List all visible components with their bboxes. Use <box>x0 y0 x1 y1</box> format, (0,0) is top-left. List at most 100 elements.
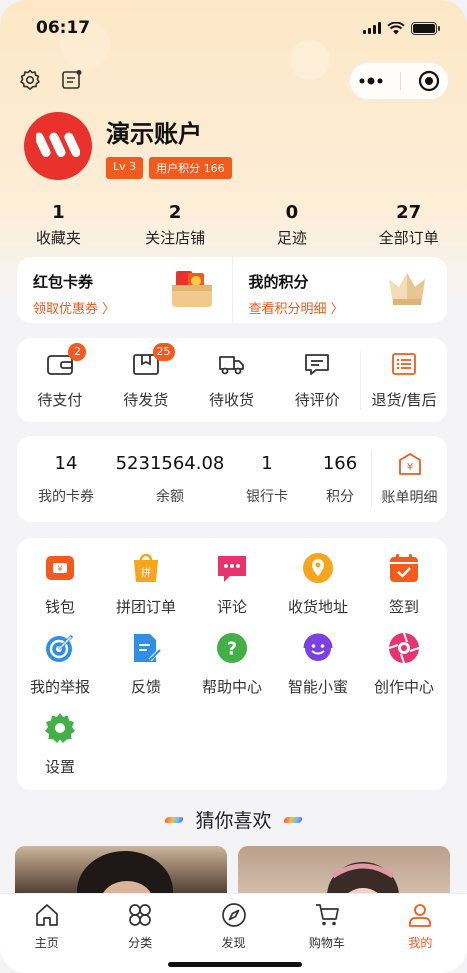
user-icon <box>409 904 432 927</box>
order-to-receive[interactable]: 待收货 <box>189 351 275 410</box>
home-icon <box>35 904 58 926</box>
tool-check-in[interactable]: 签到 <box>361 552 447 632</box>
points-entry[interactable]: 我的积分 查看积分明细 〉 <box>231 257 448 323</box>
tool-label: 反馈 <box>130 678 161 696</box>
order-label: 待发货 <box>123 390 169 409</box>
svg-text:¥: ¥ <box>406 462 412 473</box>
tool-creator-center[interactable]: 创作中心 <box>361 632 447 712</box>
user-profile[interactable]: 演示账户 Lv 3 用户积分 166 <box>24 112 232 180</box>
svg-text:拼: 拼 <box>141 566 151 579</box>
wallet-card: 14 我的卡券 5231564.08 余额 1 银行卡 166 积分 ¥ 账单明… <box>17 436 447 522</box>
wallet-bank-cards[interactable]: 1 银行卡 <box>225 453 309 506</box>
stat-followed-shops[interactable]: 2 关注店铺 <box>117 202 234 248</box>
battery-icon <box>411 21 440 35</box>
avatar[interactable] <box>24 112 92 180</box>
stat-favorites[interactable]: 1 收藏夹 <box>0 202 117 248</box>
order-after-sales[interactable]: 退货/售后 <box>360 350 447 410</box>
tab-home[interactable]: 主页 <box>0 894 93 973</box>
decor-stripe-icon <box>282 816 303 823</box>
guess-you-like-heading: 猜你喜欢 <box>0 806 467 833</box>
tool-smart-assistant[interactable]: 智能小蜜 <box>275 632 361 712</box>
wallet-label: 余额 <box>156 488 184 505</box>
help-icon: ? <box>217 633 247 663</box>
stat-value: 27 <box>396 202 422 223</box>
stat-value: 2 <box>168 202 182 223</box>
wallet-points[interactable]: 166 积分 <box>309 453 371 506</box>
message-list-icon[interactable] <box>60 68 84 92</box>
tool-feedback[interactable]: 反馈 <box>103 632 189 712</box>
brand-logo-icon <box>36 132 80 157</box>
coupons-entry[interactable]: 红包卡券 领取优惠券 〉 <box>17 257 232 323</box>
bottom-tab-bar: 主页 分类 发现 购物车 我的 <box>0 893 467 973</box>
crown-icon <box>389 273 425 305</box>
stat-label: 足迹 <box>276 229 307 247</box>
stat-value: 1 <box>52 202 65 223</box>
wallet-value: 5231564.08 <box>115 452 225 474</box>
tool-wallet[interactable]: ¥ 钱包 <box>17 552 103 632</box>
wallet-balance[interactable]: 5231564.08 余额 <box>115 453 225 506</box>
wallet-bill-details[interactable]: ¥ 账单明细 <box>371 451 447 507</box>
order-label: 待支付 <box>37 390 83 409</box>
wifi-icon <box>387 21 405 34</box>
close-target-icon[interactable] <box>418 70 440 92</box>
category-icon <box>129 904 151 926</box>
calendar-check-icon <box>390 554 418 582</box>
settings-gear-icon[interactable] <box>18 68 42 92</box>
decor-stripe-icon <box>164 816 185 823</box>
promo-card: 红包卡券 领取优惠券 〉 我的积分 查看积分明细 〉 <box>17 257 447 323</box>
tool-label: 智能小蜜 <box>287 678 348 696</box>
order-to-pay[interactable]: 2 待支付 <box>17 342 103 410</box>
tools-card: ¥ 钱包 拼 拼团订单 评论 收货地址 签到 我的举报 反馈 ? 帮助中心 智能… <box>17 538 447 790</box>
tool-label: 收货地址 <box>287 598 348 616</box>
tool-label: 帮助中心 <box>201 678 262 696</box>
more-dots-icon[interactable] <box>358 77 384 85</box>
stat-footprints[interactable]: 0 足迹 <box>234 202 351 248</box>
document-edit-icon <box>134 634 162 662</box>
points-badge: 用户积分 166 <box>149 156 232 179</box>
order-to-ship[interactable]: 25 待发货 <box>103 342 189 410</box>
wallet-label: 我的卡券 <box>38 488 94 505</box>
order-label: 待收货 <box>208 390 254 409</box>
wallet-value: 166 <box>322 452 358 474</box>
tool-group-orders[interactable]: 拼 拼团订单 <box>103 552 189 632</box>
wallet-bill-label: 账单明细 <box>381 490 438 506</box>
tool-settings[interactable]: 设置 <box>17 712 103 792</box>
camera-aperture-icon <box>388 632 420 664</box>
tool-report[interactable]: 我的举报 <box>17 632 103 712</box>
svg-text:?: ? <box>227 639 237 660</box>
red-envelope-wallet-icon <box>171 271 212 307</box>
tab-mine[interactable]: 我的 <box>374 894 467 973</box>
user-name: 演示账户 <box>106 119 202 148</box>
svg-text:¥: ¥ <box>57 565 62 574</box>
comment-icon <box>218 556 246 582</box>
tool-address[interactable]: 收货地址 <box>275 552 361 632</box>
tool-label: 我的举报 <box>29 678 90 696</box>
stat-value: 0 <box>285 202 299 223</box>
wallet-label: 银行卡 <box>246 488 288 505</box>
gear-icon <box>45 713 75 743</box>
order-badge: 2 <box>68 342 87 361</box>
stat-label: 收藏夹 <box>35 229 81 247</box>
order-label: 退货/售后 <box>371 390 437 409</box>
comment-icon <box>305 353 330 375</box>
target-icon <box>46 634 74 662</box>
tool-label: 评论 <box>216 598 247 616</box>
truck-icon <box>219 355 245 374</box>
tool-label: 设置 <box>44 758 75 776</box>
tool-help-center[interactable]: ? 帮助中心 <box>189 632 275 712</box>
tab-label: 购物车 <box>308 936 345 950</box>
tab-label: 分类 <box>128 936 153 950</box>
return-icon <box>392 352 416 375</box>
orders-card: 2 待支付 25 待发货 待收货 待评价 退货/售后 <box>17 338 447 422</box>
status-time: 06:17 <box>36 18 91 38</box>
location-icon <box>303 553 333 583</box>
wallet-coupons[interactable]: 14 我的卡券 <box>17 453 115 506</box>
order-badge: 25 <box>152 342 175 361</box>
guess-title: 猜你喜欢 <box>195 810 272 832</box>
signal-icon <box>363 22 381 34</box>
order-to-review[interactable]: 待评价 <box>274 351 360 410</box>
tool-comments[interactable]: 评论 <box>189 552 275 632</box>
level-badge: Lv 3 <box>106 156 144 179</box>
stat-all-orders[interactable]: 27 全部订单 <box>350 202 467 248</box>
wallet-icon: ¥ <box>46 556 74 580</box>
